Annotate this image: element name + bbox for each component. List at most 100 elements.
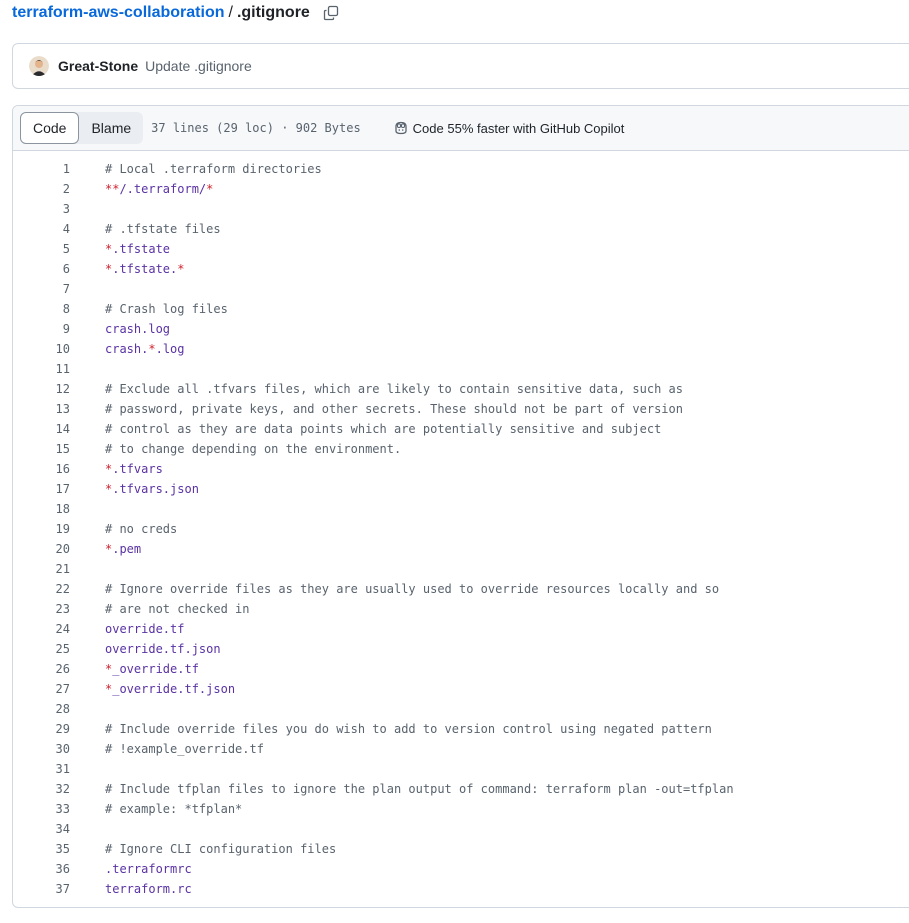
line-number[interactable]: 20 — [13, 542, 70, 556]
line-number[interactable]: 13 — [13, 402, 70, 416]
line-content: **/.terraform/* — [70, 182, 213, 196]
line-number[interactable]: 4 — [13, 222, 70, 236]
line-content: # .tfstate files — [70, 222, 221, 236]
line-number[interactable]: 11 — [13, 362, 70, 376]
code-line: 2 **/.terraform/* — [13, 179, 909, 199]
line-number[interactable]: 8 — [13, 302, 70, 316]
code-token: # are not checked in — [105, 602, 250, 616]
line-number[interactable]: 33 — [13, 802, 70, 816]
code-token: # .tfstate files — [105, 222, 221, 236]
code-token: # password, private keys, and other secr… — [105, 402, 683, 416]
line-content: *.tfstate.* — [70, 262, 185, 276]
line-content: # Include override files you do wish to … — [70, 722, 712, 736]
code-line: 21 — [13, 559, 909, 579]
code-token: crash. — [105, 342, 149, 356]
tab-blame[interactable]: Blame — [79, 112, 143, 144]
line-number[interactable]: 15 — [13, 442, 70, 456]
line-number[interactable]: 27 — [13, 682, 70, 696]
code-line: 11 — [13, 359, 909, 379]
line-number[interactable]: 2 — [13, 182, 70, 196]
line-number[interactable]: 34 — [13, 822, 70, 836]
code-line: 13 # password, private keys, and other se… — [13, 399, 909, 419]
line-content: override.tf — [70, 622, 184, 636]
line-number[interactable]: 22 — [13, 582, 70, 596]
line-content: # no creds — [70, 522, 177, 536]
code-token: # !example_override.tf — [105, 742, 264, 756]
commit-author-link[interactable]: Great-Stone — [58, 58, 138, 74]
line-number[interactable]: 36 — [13, 862, 70, 876]
code-line: 33 # example: *tfplan* — [13, 799, 909, 819]
line-number[interactable]: 3 — [13, 202, 70, 216]
line-number[interactable]: 37 — [13, 882, 70, 896]
line-content: # Crash log files — [70, 302, 228, 316]
line-number[interactable]: 32 — [13, 782, 70, 796]
code-line: 28 — [13, 699, 909, 719]
copy-path-button[interactable] — [320, 2, 342, 24]
code-line: 30 # !example_override.tf — [13, 739, 909, 759]
code-line: 31 — [13, 759, 909, 779]
line-number[interactable]: 10 — [13, 342, 70, 356]
code-line: 9 crash.log — [13, 319, 909, 339]
breadcrumb-separator: / — [228, 4, 233, 21]
line-number[interactable]: 6 — [13, 262, 70, 276]
code-line: 24 override.tf — [13, 619, 909, 639]
line-number[interactable]: 17 — [13, 482, 70, 496]
avatar[interactable] — [29, 56, 49, 76]
code-token: # example: *tfplan* — [105, 802, 243, 816]
code-token: # Local .terraform directories — [105, 162, 322, 176]
line-number[interactable]: 28 — [13, 702, 70, 716]
line-content: *.tfstate — [70, 242, 170, 256]
code-token: # Ignore override files as they are usua… — [105, 582, 720, 596]
line-number[interactable]: 12 — [13, 382, 70, 396]
line-number[interactable]: 25 — [13, 642, 70, 656]
line-number[interactable]: 1 — [13, 162, 70, 176]
line-number[interactable]: 26 — [13, 662, 70, 676]
line-number[interactable]: 24 — [13, 622, 70, 636]
breadcrumb-repo-link[interactable]: terraform-aws-collaboration — [12, 4, 224, 22]
line-number[interactable]: 29 — [13, 722, 70, 736]
line-content: # control as they are data points which … — [70, 422, 661, 436]
breadcrumb: terraform-aws-collaboration / .gitignore — [12, 2, 342, 24]
copilot-promo-link[interactable]: Code 55% faster with GitHub Copilot — [393, 120, 624, 136]
code-line: 4 # .tfstate files — [13, 219, 909, 239]
code-token: ** — [105, 182, 120, 196]
code-token: # Exclude all .tfvars files, which are l… — [105, 382, 683, 396]
code-line: 20 *.pem — [13, 539, 909, 559]
line-number[interactable]: 14 — [13, 422, 70, 436]
line-content: crash.log — [70, 322, 170, 336]
code-line: 14 # control as they are data points whic… — [13, 419, 909, 439]
code-line: 12 # Exclude all .tfvars files, which are… — [13, 379, 909, 399]
code-line: 6 *.tfstate.* — [13, 259, 909, 279]
file-info: 37 lines (29 loc) · 902 Bytes — [151, 121, 361, 135]
code-line: 32 # Include tfplan files to ignore the p… — [13, 779, 909, 799]
code-line: 5 *.tfstate — [13, 239, 909, 259]
line-number[interactable]: 19 — [13, 522, 70, 536]
code-line: 27 *_override.tf.json — [13, 679, 909, 699]
line-content: terraform.rc — [70, 882, 192, 896]
line-number[interactable]: 23 — [13, 602, 70, 616]
code-token: * — [177, 262, 185, 276]
copilot-icon — [395, 121, 407, 135]
line-number[interactable]: 9 — [13, 322, 70, 336]
code-token: _override.tf — [112, 662, 199, 676]
code-token: _override.tf.json — [112, 682, 236, 696]
line-number[interactable]: 5 — [13, 242, 70, 256]
code-token: override.tf.json — [105, 642, 221, 656]
line-number[interactable]: 31 — [13, 762, 70, 776]
line-number[interactable]: 7 — [13, 282, 70, 296]
line-number[interactable]: 16 — [13, 462, 70, 476]
code-token: # no creds — [105, 522, 178, 536]
line-content: # Ignore CLI configuration files — [70, 842, 336, 856]
view-mode-toggle: Code Blame — [20, 112, 144, 144]
code-line: 25 override.tf.json — [13, 639, 909, 659]
line-number[interactable]: 30 — [13, 742, 70, 756]
line-content: crash.*.log — [70, 342, 185, 356]
line-content: # !example_override.tf — [70, 742, 264, 756]
line-number[interactable]: 21 — [13, 562, 70, 576]
line-number[interactable]: 18 — [13, 502, 70, 516]
line-number[interactable]: 35 — [13, 842, 70, 856]
code-line: 16 *.tfvars — [13, 459, 909, 479]
code-line: 34 — [13, 819, 909, 839]
commit-message-link[interactable]: Update .gitignore — [145, 58, 252, 74]
tab-code[interactable]: Code — [20, 112, 80, 144]
